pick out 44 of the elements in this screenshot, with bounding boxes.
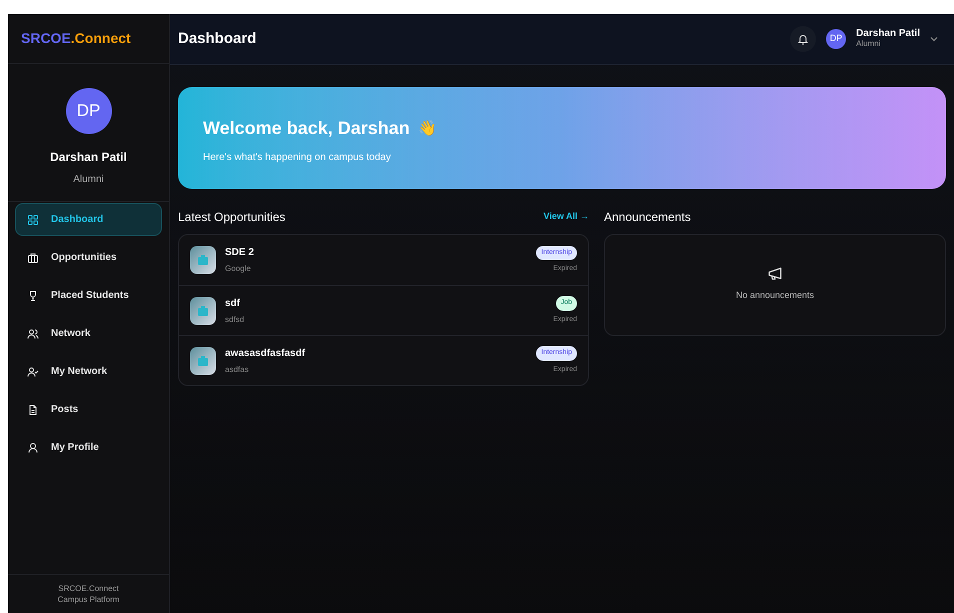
company-name: Google xyxy=(225,263,252,275)
profile-role: Alumni xyxy=(73,173,104,187)
welcome-subtitle: Here's what's happening on campus today xyxy=(203,151,392,165)
opportunity-title[interactable]: sdf xyxy=(225,296,554,310)
nav-item[interactable]: Opportunities xyxy=(15,241,162,274)
users-icon xyxy=(27,328,39,340)
view-all-link[interactable]: View All → xyxy=(543,210,589,224)
grid-icon xyxy=(27,214,39,226)
user-icon xyxy=(27,442,39,454)
user-check-icon xyxy=(27,366,39,378)
building-icon xyxy=(27,252,39,264)
footer-text: SRCOE.Connect xyxy=(58,583,119,594)
nav-item[interactable]: My Network xyxy=(15,355,162,388)
page-title: Dashboard xyxy=(178,28,256,49)
briefcase-icon xyxy=(190,296,216,324)
nav-item[interactable]: Placed Students xyxy=(15,279,162,312)
chevron-down-icon[interactable] xyxy=(930,36,938,42)
section-heading: Announcements xyxy=(604,209,691,226)
megaphone-icon xyxy=(767,267,783,282)
user-role: Alumni xyxy=(856,39,882,49)
notification-button[interactable] xyxy=(790,26,816,52)
company-name: sdfsd xyxy=(225,314,246,326)
avatar: DP xyxy=(66,88,112,134)
briefcase-icon xyxy=(190,246,216,274)
user-name: Darshan Patil xyxy=(856,29,920,39)
nav-item[interactable]: Dashboard xyxy=(15,203,162,236)
company-name: asdfas xyxy=(225,364,250,376)
profile-name: Darshan Patil xyxy=(50,149,127,166)
section-heading: Latest Opportunities xyxy=(178,209,286,226)
logo[interactable]: SRCOE.Connect xyxy=(21,28,131,49)
nav-item[interactable]: Network xyxy=(15,317,162,350)
bell-icon xyxy=(797,32,810,46)
wave-emoji: 👋 xyxy=(418,118,437,140)
opportunity-title[interactable]: awasasdfasfasdf xyxy=(225,346,536,360)
footer-text: Campus Platform xyxy=(58,594,120,605)
trophy-icon xyxy=(27,290,39,302)
briefcase-icon xyxy=(190,346,216,374)
welcome-heading: Welcome back, Darshan xyxy=(203,117,410,140)
opportunity-title[interactable]: SDE 2 xyxy=(225,245,536,260)
nav-item[interactable]: My Profile xyxy=(15,431,162,464)
document-icon xyxy=(27,404,39,416)
avatar[interactable]: DP xyxy=(826,29,846,49)
nav-item[interactable]: Posts xyxy=(15,393,162,426)
empty-message: No announcements xyxy=(736,289,814,302)
